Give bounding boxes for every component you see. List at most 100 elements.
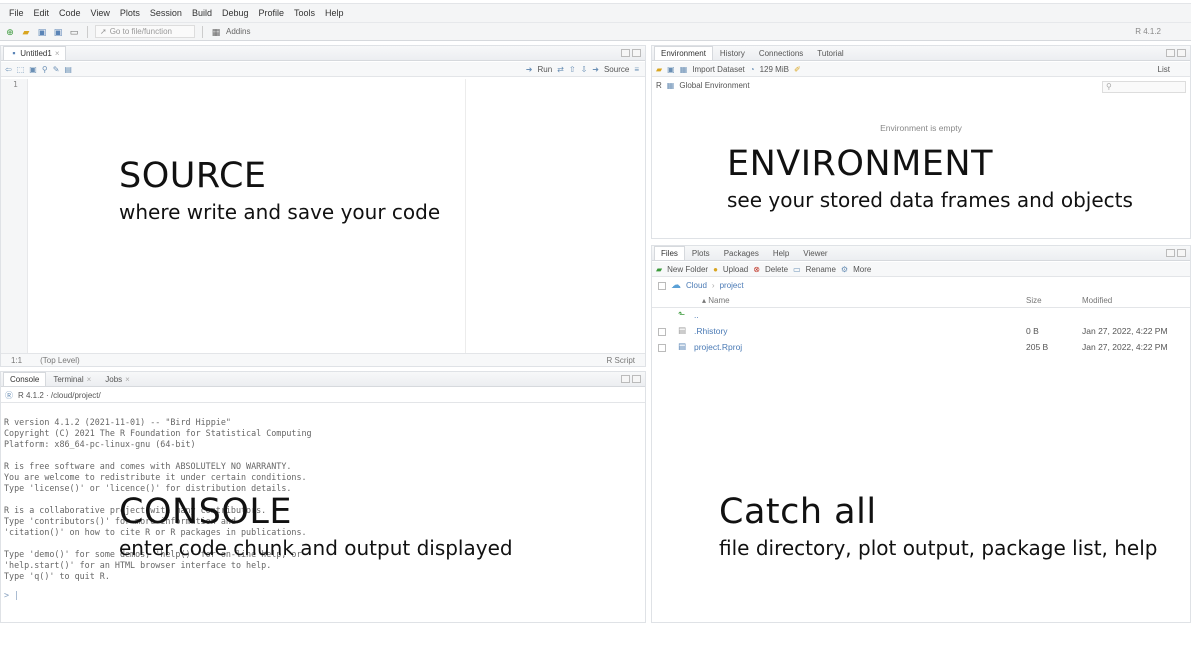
- import-dataset-button[interactable]: Import Dataset: [692, 65, 744, 74]
- file-type-selector[interactable]: R Script: [607, 356, 635, 365]
- r-version-label[interactable]: R 4.1.2: [1135, 27, 1161, 36]
- tab-console[interactable]: Console: [3, 372, 47, 386]
- row-checkbox[interactable]: [658, 328, 666, 336]
- tab-history[interactable]: History: [713, 46, 752, 60]
- down-icon[interactable]: ⇩: [581, 65, 588, 74]
- source-window-controls: [621, 49, 641, 57]
- memory-usage[interactable]: 129 MiB: [760, 65, 789, 74]
- maximize-icon[interactable]: [1177, 49, 1186, 57]
- source-tab-bar: ▪ Untitled1 ×: [1, 46, 645, 61]
- tab-terminal[interactable]: Terminal ×: [46, 372, 98, 386]
- source-annotation-subtitle: where write and save your code: [119, 200, 441, 224]
- save-all-icon[interactable]: ▣: [52, 26, 64, 38]
- console-prompt[interactable]: > |: [4, 590, 19, 600]
- scope-selector[interactable]: Global Environment: [679, 81, 749, 90]
- column-name[interactable]: ▴ Name: [702, 296, 730, 305]
- source-button[interactable]: Source: [604, 65, 629, 74]
- save-icon[interactable]: ▣: [36, 26, 48, 38]
- outline-icon[interactable]: ▤: [64, 65, 72, 74]
- find-icon[interactable]: ⚲: [42, 65, 48, 74]
- menu-code[interactable]: Code: [54, 8, 86, 18]
- tab-tutorial[interactable]: Tutorial: [810, 46, 850, 60]
- language-selector[interactable]: R: [656, 81, 662, 90]
- close-icon[interactable]: ×: [55, 49, 60, 58]
- tab-connections[interactable]: Connections: [752, 46, 810, 60]
- environment-search-input[interactable]: ⚲: [1102, 81, 1186, 93]
- minimize-icon[interactable]: [1166, 49, 1175, 57]
- back-icon[interactable]: ⇦: [5, 65, 12, 74]
- rerun-icon[interactable]: ⇄: [557, 65, 564, 74]
- scope-selector[interactable]: (Top Level): [40, 356, 80, 365]
- row-checkbox[interactable]: [658, 344, 666, 352]
- tab-untitled1[interactable]: ▪ Untitled1 ×: [3, 46, 67, 60]
- new-file-icon[interactable]: ⊕: [4, 26, 16, 38]
- maximize-icon[interactable]: [632, 49, 641, 57]
- rename-button[interactable]: Rename: [806, 265, 836, 274]
- file-icon: ▤: [678, 325, 687, 335]
- maximize-icon[interactable]: [1177, 249, 1186, 257]
- tab-environment[interactable]: Environment: [654, 46, 713, 60]
- go-to-file-input[interactable]: ➚ Go to file/function: [95, 25, 195, 38]
- r-logo-icon: Ⓡ: [5, 390, 13, 400]
- save-workspace-icon[interactable]: ▣: [667, 65, 675, 74]
- open-folder-icon[interactable]: ▰: [20, 26, 32, 38]
- breadcrumb-project[interactable]: project: [720, 281, 744, 290]
- breadcrumb-cloud[interactable]: Cloud: [686, 281, 707, 290]
- run-button[interactable]: Run: [537, 65, 552, 74]
- save-icon[interactable]: ▣: [29, 65, 37, 74]
- list-icon[interactable]: ≡: [634, 65, 639, 74]
- column-size[interactable]: Size: [1026, 296, 1042, 305]
- print-icon[interactable]: ▭: [68, 26, 80, 38]
- tab-plots[interactable]: Plots: [685, 246, 717, 260]
- up-icon[interactable]: ⇧: [569, 65, 576, 74]
- minimize-icon[interactable]: [621, 49, 630, 57]
- table-row[interactable]: ⬑ ..: [652, 308, 1190, 324]
- import-icon: ▦: [679, 64, 688, 74]
- delete-button[interactable]: Delete: [765, 265, 788, 274]
- file-name[interactable]: .Rhistory: [694, 326, 728, 336]
- menu-file[interactable]: File: [4, 8, 29, 18]
- environment-toolbar: ▰ ▣ ▦ Import Dataset ◔ 129 MiB ✐ List: [652, 62, 1190, 77]
- tab-files[interactable]: Files: [654, 246, 685, 260]
- tab-packages[interactable]: Packages: [717, 246, 766, 260]
- column-modified[interactable]: Modified: [1082, 296, 1112, 305]
- load-workspace-icon[interactable]: ▰: [656, 65, 662, 74]
- menu-view[interactable]: View: [86, 8, 115, 18]
- menu-debug[interactable]: Debug: [217, 8, 254, 18]
- grid-layout-icon[interactable]: ▦: [210, 26, 222, 38]
- environment-annotation-subtitle: see your stored data frames and objects: [727, 188, 1133, 212]
- new-folder-icon: ▰: [656, 264, 663, 274]
- menu-help[interactable]: Help: [320, 8, 349, 18]
- files-table-header: ▴ Name Size Modified: [652, 293, 1190, 308]
- menu-edit[interactable]: Edit: [29, 8, 55, 18]
- close-icon[interactable]: ×: [87, 375, 92, 384]
- minimize-icon[interactable]: [1166, 249, 1175, 257]
- menu-session[interactable]: Session: [145, 8, 187, 18]
- file-name[interactable]: project.Rproj: [694, 342, 742, 352]
- tab-help[interactable]: Help: [766, 246, 796, 260]
- console-path[interactable]: R 4.1.2 · /cloud/project/: [18, 391, 101, 400]
- maximize-icon[interactable]: [632, 375, 641, 383]
- menu-build[interactable]: Build: [187, 8, 217, 18]
- minimize-icon[interactable]: [621, 375, 630, 383]
- menu-plots[interactable]: Plots: [115, 8, 145, 18]
- addins-menu[interactable]: Addins: [226, 27, 250, 36]
- broom-icon[interactable]: ✐: [794, 65, 801, 74]
- close-icon[interactable]: ×: [125, 375, 130, 384]
- table-row[interactable]: ▤ .Rhistory 0 B Jan 27, 2022, 4:22 PM: [652, 324, 1190, 340]
- upload-button[interactable]: Upload: [723, 265, 748, 274]
- tab-jobs[interactable]: Jobs ×: [98, 372, 137, 386]
- more-button[interactable]: More: [853, 265, 871, 274]
- new-folder-button[interactable]: New Folder: [667, 265, 708, 274]
- search-icon: ⚲: [1106, 82, 1112, 91]
- parent-folder-link[interactable]: ..: [694, 310, 699, 320]
- list-view-selector[interactable]: List: [1158, 65, 1170, 74]
- table-row[interactable]: ▤ project.Rproj 205 B Jan 27, 2022, 4:22…: [652, 340, 1190, 356]
- tab-viewer[interactable]: Viewer: [796, 246, 834, 260]
- select-all-checkbox[interactable]: [658, 281, 666, 290]
- show-in-window-icon[interactable]: ⬚: [17, 65, 25, 74]
- wand-icon[interactable]: ✎: [53, 65, 60, 74]
- run-arrow-icon: ➜: [525, 64, 533, 74]
- menu-profile[interactable]: Profile: [254, 8, 290, 18]
- menu-tools[interactable]: Tools: [289, 8, 320, 18]
